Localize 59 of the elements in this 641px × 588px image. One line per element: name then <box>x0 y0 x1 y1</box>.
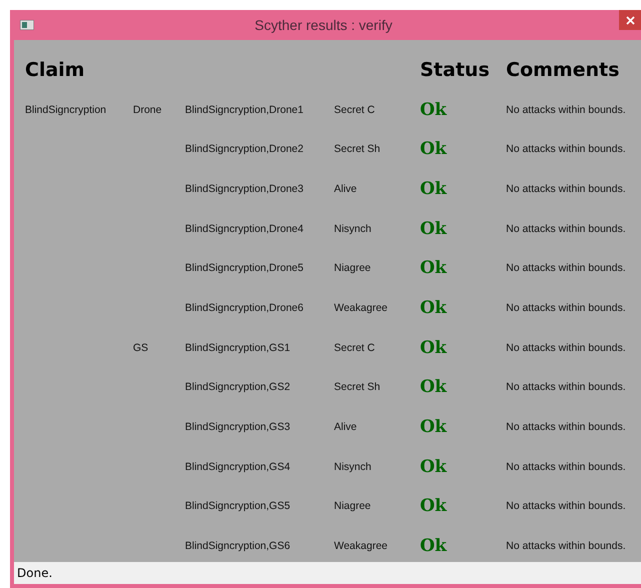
status-label: Ok <box>420 139 448 160</box>
table-cell-text: No attacks within bounds. <box>506 500 627 512</box>
table-cell-text: Niagree <box>334 500 372 512</box>
column-header: Status <box>420 58 491 81</box>
status-label: Ok <box>420 100 448 120</box>
table-cell-text: Secret Sh <box>334 143 382 156</box>
table-cell-text: No attacks within bounds. <box>506 262 627 274</box>
status-label: Ok <box>420 377 448 398</box>
table-cell-text: No attacks within bounds. <box>506 421 627 434</box>
table-cell-text: Alive <box>334 421 358 434</box>
status-label: Ok <box>420 178 448 199</box>
table-cell-text: BlindSigncryption,Drone6 <box>185 302 304 314</box>
table-cell-text: No attacks within bounds. <box>506 222 627 235</box>
status-label: Ok <box>420 496 448 516</box>
table-cell-text: No attacks within bounds. <box>506 182 627 195</box>
window-icon <box>20 20 34 30</box>
table-cell-text: BlindSigncryption <box>25 104 108 116</box>
table-cell-text: BlindSigncryption,GS3 <box>185 421 292 434</box>
table-cell-text: Nisynch <box>334 222 372 235</box>
table-cell-text: No attacks within bounds. <box>506 143 627 156</box>
status-label: Ok <box>420 536 448 556</box>
table-cell-text: No attacks within bounds. <box>506 540 627 552</box>
column-header: Comments <box>506 58 620 81</box>
table-cell-text: No attacks within bounds. <box>506 342 627 354</box>
close-button[interactable] <box>619 10 641 30</box>
table-cell-text: Nisynch <box>334 460 372 473</box>
table-cell-text: BlindSigncryption,GS4 <box>185 460 292 473</box>
status-label: Ok <box>420 258 448 278</box>
table-cell-text: No attacks within bounds. <box>506 302 627 314</box>
column-header: Claim <box>25 58 86 81</box>
status-label: Ok <box>420 417 448 438</box>
table-cell-text: BlindSigncryption,GS1 <box>185 342 292 354</box>
status-bar: Done. <box>14 562 641 584</box>
table-cell-text: BlindSigncryption,Drone2 <box>185 143 304 156</box>
status-label: Ok <box>420 338 448 358</box>
table-cell-text: Drone <box>133 104 163 116</box>
table-cell-text: BlindSigncryption,Drone1 <box>185 104 304 116</box>
table-cell-text: Secret Sh <box>334 381 382 394</box>
table-cell-text: BlindSigncryption,Drone5 <box>185 262 304 274</box>
table-cell-text: Alive <box>334 182 358 195</box>
table-cell-text: Niagree <box>334 262 372 274</box>
table-cell-text: BlindSigncryption,GS5 <box>185 500 292 512</box>
table-cell-text: Weakagree <box>334 302 389 314</box>
table-cell-text: GS <box>133 342 150 354</box>
status-label: Ok <box>420 456 448 477</box>
table-cell-text: BlindSigncryption,Drone4 <box>185 222 304 235</box>
table-cell-text: Secret C <box>334 104 376 116</box>
table-cell-text: BlindSigncryption,Drone3 <box>185 182 304 195</box>
status-label: Ok <box>420 218 448 239</box>
close-icon <box>626 16 634 24</box>
table-cell-text: BlindSigncryption,GS2 <box>185 381 292 394</box>
table-cell-text: No attacks within bounds. <box>506 381 627 394</box>
window-title: Scyther results : verify <box>254 17 394 33</box>
table-cell-text: BlindSigncryption,GS6 <box>185 540 292 552</box>
status-label: Ok <box>420 298 448 318</box>
table-cell-text: No attacks within bounds. <box>506 460 627 473</box>
table-cell-text: No attacks within bounds. <box>506 104 627 116</box>
table-cell-text: Secret C <box>334 342 376 354</box>
table-cell-text: Weakagree <box>334 540 389 552</box>
